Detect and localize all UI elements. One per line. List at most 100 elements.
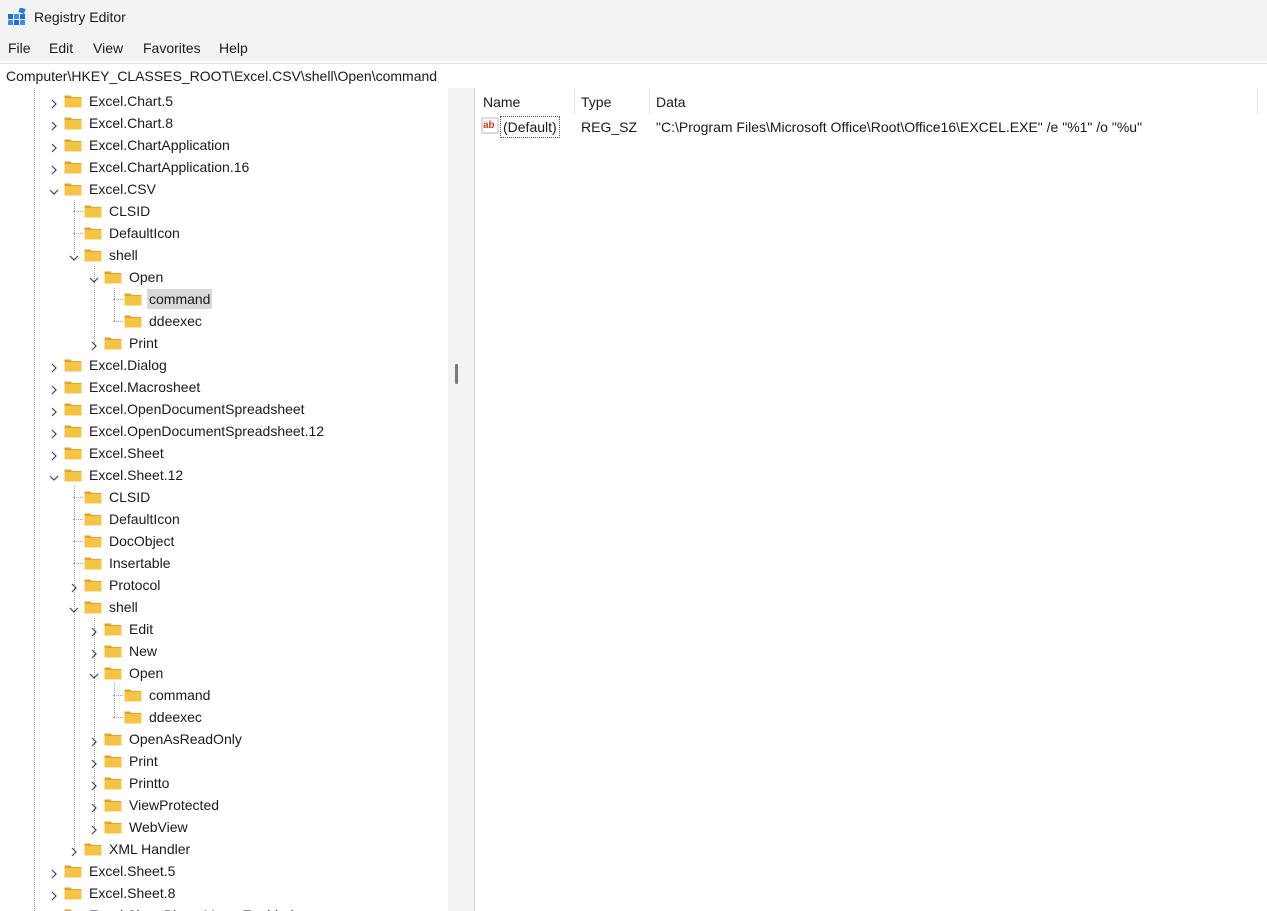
chevron-right-icon[interactable] [49, 360, 59, 373]
folder-icon [84, 511, 102, 526]
menu-help[interactable]: Help [219, 40, 248, 56]
tree-guide-line [74, 200, 76, 255]
tree-node-label[interactable]: Excel.Macrosheet [87, 377, 202, 397]
chevron-right-icon[interactable] [89, 800, 99, 813]
pane-splitter[interactable] [448, 88, 475, 911]
folder-icon [124, 291, 142, 306]
tree-guide-line [73, 563, 83, 565]
address-bar[interactable]: Computer\HKEY_CLASSES_ROOT\Excel.CSV\she… [0, 63, 1267, 89]
chevron-right-icon[interactable] [89, 822, 99, 835]
chevron-right-icon[interactable] [49, 866, 59, 879]
folder-icon [84, 203, 102, 218]
tree-node-label[interactable]: Excel.OpenDocumentSpreadsheet [87, 399, 307, 419]
chevron-right-icon[interactable] [49, 448, 59, 461]
tree-node-label[interactable]: ViewProtected [127, 795, 221, 815]
tree-node-label[interactable]: command [147, 289, 213, 309]
tree-node-label[interactable]: Excel.Chart.5 [87, 91, 175, 111]
chevron-right-icon[interactable] [89, 624, 99, 637]
column-divider[interactable] [574, 88, 575, 114]
tree-node-label[interactable]: Excel.Sheet.8 [87, 883, 177, 903]
tree-node-label[interactable]: Excel.Sheet.12 [87, 465, 185, 485]
splitter-grip[interactable] [455, 364, 458, 384]
chevron-down-icon[interactable] [49, 184, 59, 195]
chevron-right-icon[interactable] [49, 888, 59, 901]
column-divider[interactable] [649, 88, 650, 114]
chevron-right-icon[interactable] [49, 162, 59, 175]
menu-file[interactable]: File [8, 40, 31, 56]
column-header-name[interactable]: Name [483, 88, 520, 114]
chevron-right-icon[interactable] [69, 580, 79, 593]
chevron-down-icon[interactable] [89, 668, 99, 679]
tree-node-label[interactable]: Excel.Dialog [87, 355, 169, 375]
tree-node-label[interactable]: Excel.CSV [87, 179, 158, 199]
tree-node-label[interactable]: Protocol [107, 575, 162, 595]
tree-node-label[interactable]: Insertable [107, 553, 172, 573]
chevron-right-icon[interactable] [69, 844, 79, 857]
tree-node-label[interactable]: OpenAsReadOnly [127, 729, 244, 749]
chevron-right-icon[interactable] [89, 778, 99, 791]
tree-node-label[interactable]: Excel.Chart.8 [87, 113, 175, 133]
tree-node-label[interactable]: command [147, 685, 212, 705]
tree-node-label[interactable]: Print [127, 751, 160, 771]
folder-icon [104, 621, 122, 636]
tree-node-label[interactable]: DefaultIcon [107, 509, 182, 529]
chevron-down-icon[interactable] [69, 602, 79, 613]
chevron-right-icon[interactable] [89, 646, 99, 659]
folder-icon [104, 819, 122, 834]
menu-edit[interactable]: Edit [49, 40, 73, 56]
folder-icon [84, 489, 102, 504]
tree-node-label[interactable]: Edit [127, 619, 155, 639]
tree-node-label[interactable]: Excel.ChartApplication [87, 135, 232, 155]
chevron-right-icon[interactable] [49, 382, 59, 395]
tree-node-label[interactable]: XML Handler [107, 839, 192, 859]
chevron-down-icon[interactable] [69, 250, 79, 261]
tree-node-label[interactable]: Excel.Sheet.5 [87, 861, 177, 881]
tree-node-label[interactable]: CLSID [107, 201, 152, 221]
column-header-data[interactable]: Data [656, 88, 686, 114]
chevron-right-icon[interactable] [89, 756, 99, 769]
tree-guide-line [113, 299, 123, 301]
chevron-right-icon[interactable] [49, 118, 59, 131]
tree-node-label[interactable]: DocObject [107, 531, 176, 551]
tree-node-label[interactable]: Excel.OpenDocumentSpreadsheet.12 [87, 421, 326, 441]
chevron-down-icon[interactable] [49, 470, 59, 481]
tree-node-label[interactable]: Print [127, 333, 160, 353]
tree-node-label[interactable]: Excel.SheetBinaryMacroEnabled [87, 905, 296, 911]
registry-key-tree[interactable]: Excel.Chart.5 Excel.Chart.8 Excel.ChartApp… [0, 88, 448, 911]
folder-icon [104, 269, 122, 284]
tree-node-label[interactable]: Excel.Sheet [87, 443, 166, 463]
tree-node-label[interactable]: shell [107, 597, 140, 617]
tree-guide-line [114, 288, 116, 321]
tree-guide-line [114, 684, 116, 717]
column-divider[interactable] [1257, 88, 1258, 114]
tree-node-label[interactable]: ddeexec [147, 707, 204, 727]
string-value-icon: ab [481, 117, 499, 134]
title-bar: Registry Editor [0, 0, 1267, 36]
tree-node-label[interactable]: WebView [127, 817, 190, 837]
tree-node-label[interactable]: ddeexec [147, 311, 204, 331]
folder-icon [124, 313, 142, 328]
chevron-right-icon[interactable] [49, 426, 59, 439]
chevron-right-icon[interactable] [89, 338, 99, 351]
address-path[interactable]: Computer\HKEY_CLASSES_ROOT\Excel.CSV\she… [6, 68, 437, 84]
chevron-right-icon[interactable] [89, 734, 99, 747]
chevron-right-icon[interactable] [49, 404, 59, 417]
value-list[interactable]: Name Type Data ab (Default) REG_SZ "C:\P… [475, 88, 1267, 911]
chevron-right-icon[interactable] [49, 96, 59, 109]
tree-node-label[interactable]: Excel.ChartApplication.16 [87, 157, 251, 177]
tree-node-label[interactable]: CLSID [107, 487, 152, 507]
value-name[interactable]: (Default) [500, 116, 560, 138]
chevron-right-icon[interactable] [49, 140, 59, 153]
tree-node-label[interactable]: New [127, 641, 159, 661]
column-header-type[interactable]: Type [581, 88, 611, 114]
tree-node-label[interactable]: Printto [127, 773, 171, 793]
chevron-down-icon[interactable] [89, 272, 99, 283]
tree-node-label[interactable]: Open [127, 267, 165, 287]
menu-bar: File Edit View Favorites Help [0, 36, 1267, 61]
tree-node-label[interactable]: shell [107, 245, 140, 265]
tree-guide-line [73, 211, 83, 213]
tree-node-label[interactable]: Open [127, 663, 165, 683]
menu-favorites[interactable]: Favorites [143, 40, 201, 56]
tree-node-label[interactable]: DefaultIcon [107, 223, 182, 243]
menu-view[interactable]: View [93, 40, 123, 56]
